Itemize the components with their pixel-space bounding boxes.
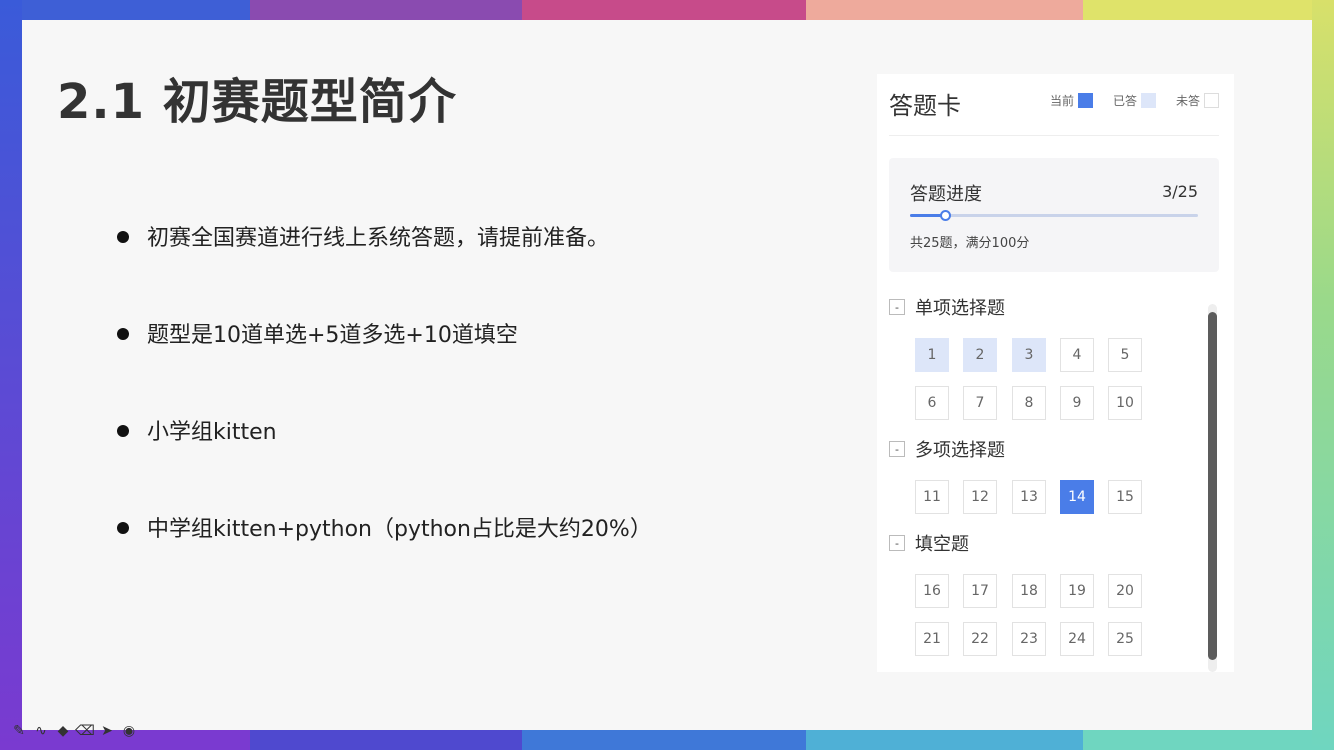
collapse-icon[interactable]: - bbox=[889, 535, 905, 551]
question-button-9[interactable]: 9 bbox=[1060, 386, 1094, 420]
eraser-icon[interactable]: ⌫ bbox=[74, 720, 96, 742]
progress-knob[interactable] bbox=[939, 210, 951, 221]
bullet-dot-icon bbox=[117, 328, 129, 340]
progress-label: 答题进度 bbox=[910, 184, 982, 205]
bullet-text: 初赛全国赛道进行线上系统答题，请提前准备。 bbox=[147, 226, 610, 251]
slide-title: 2.1 初赛题型简介 bbox=[57, 74, 457, 130]
frame-right bbox=[1312, 0, 1334, 750]
legend-unanswered-label: 未答 bbox=[1175, 94, 1200, 108]
slide: 2.1 初赛题型简介 初赛全国赛道进行线上系统答题，请提前准备。 题型是10道单… bbox=[22, 20, 1312, 730]
answer-card-title: 答题卡 bbox=[889, 92, 961, 120]
frame-top bbox=[0, 0, 1334, 22]
section-single-choice[interactable]: - 单项选择题 bbox=[889, 294, 1005, 320]
legend-answered-swatch bbox=[1140, 93, 1156, 108]
question-button-25[interactable]: 25 bbox=[1108, 622, 1142, 656]
question-button-5[interactable]: 5 bbox=[1108, 338, 1142, 372]
section-title: 填空题 bbox=[915, 534, 969, 555]
legend-unanswered: 未答 bbox=[1176, 92, 1219, 109]
question-button-12[interactable]: 12 bbox=[963, 480, 997, 514]
collapse-icon[interactable]: - bbox=[889, 441, 905, 457]
progress-note: 共25题，满分100分 bbox=[910, 236, 1030, 251]
marker-icon[interactable]: ◆ bbox=[52, 720, 74, 742]
legend-current-label: 当前 bbox=[1049, 94, 1074, 108]
annotation-toolbar: ✎ ∿ ◆ ⌫ ➤ ◉ bbox=[8, 720, 140, 742]
question-button-8[interactable]: 8 bbox=[1012, 386, 1046, 420]
question-button-24[interactable]: 24 bbox=[1060, 622, 1094, 656]
legend-current: 当前 bbox=[1050, 92, 1093, 109]
bullet-dot-icon bbox=[117, 231, 129, 243]
question-button-15[interactable]: 15 bbox=[1108, 480, 1142, 514]
question-button-7[interactable]: 7 bbox=[963, 386, 997, 420]
bullet-text: 题型是10道单选+5道多选+10道填空 bbox=[147, 323, 518, 348]
section-fill-blank[interactable]: - 填空题 bbox=[889, 530, 969, 556]
scrollbar-thumb[interactable] bbox=[1208, 312, 1217, 660]
question-button-10[interactable]: 10 bbox=[1108, 386, 1142, 420]
question-button-21[interactable]: 21 bbox=[915, 622, 949, 656]
collapse-icon[interactable]: - bbox=[889, 299, 905, 315]
question-button-3[interactable]: 3 bbox=[1012, 338, 1046, 372]
question-button-14[interactable]: 14 bbox=[1060, 480, 1094, 514]
answer-card: 答题卡 当前 已答 未答 答题进度 3/25 共25题，满分100分 - 单项选… bbox=[877, 74, 1234, 672]
bullet-dot-icon bbox=[117, 425, 129, 437]
question-button-22[interactable]: 22 bbox=[963, 622, 997, 656]
question-button-13[interactable]: 13 bbox=[1012, 480, 1046, 514]
legend-current-swatch bbox=[1077, 93, 1093, 108]
pen-icon[interactable]: ✎ bbox=[8, 720, 30, 742]
bullet-item: 初赛全国赛道进行线上系统答题，请提前准备。 bbox=[117, 220, 609, 252]
question-button-18[interactable]: 18 bbox=[1012, 574, 1046, 608]
progress-panel: 答题进度 3/25 共25题，满分100分 bbox=[889, 158, 1219, 272]
question-button-2[interactable]: 2 bbox=[963, 338, 997, 372]
legend-answered-label: 已答 bbox=[1112, 94, 1137, 108]
question-button-1[interactable]: 1 bbox=[915, 338, 949, 372]
question-button-19[interactable]: 19 bbox=[1060, 574, 1094, 608]
section-multiple-choice[interactable]: - 多项选择题 bbox=[889, 436, 1005, 462]
legend-answered: 已答 bbox=[1113, 92, 1156, 109]
question-button-23[interactable]: 23 bbox=[1012, 622, 1046, 656]
pointer-icon[interactable]: ➤ bbox=[96, 720, 118, 742]
answer-card-header: 答题卡 当前 已答 未答 bbox=[889, 86, 1219, 136]
question-button-4[interactable]: 4 bbox=[1060, 338, 1094, 372]
bullet-text: 中学组kitten+python（python占比是大约20%） bbox=[147, 517, 652, 542]
legend-unanswered-swatch bbox=[1204, 93, 1219, 108]
question-button-17[interactable]: 17 bbox=[963, 574, 997, 608]
question-button-20[interactable]: 20 bbox=[1108, 574, 1142, 608]
bullet-dot-icon bbox=[117, 522, 129, 534]
section-title: 多项选择题 bbox=[915, 440, 1005, 461]
progress-track bbox=[910, 210, 1198, 221]
bullet-item: 题型是10道单选+5道多选+10道填空 bbox=[117, 317, 518, 349]
bullet-item: 小学组kitten bbox=[117, 414, 277, 446]
section-title: 单项选择题 bbox=[915, 298, 1005, 319]
question-button-6[interactable]: 6 bbox=[915, 386, 949, 420]
bullet-item: 中学组kitten+python（python占比是大约20%） bbox=[117, 511, 652, 543]
legend: 当前 已答 未答 bbox=[1030, 92, 1219, 109]
question-button-16[interactable]: 16 bbox=[915, 574, 949, 608]
question-button-11[interactable]: 11 bbox=[915, 480, 949, 514]
curve-icon[interactable]: ∿ bbox=[30, 720, 52, 742]
progress-count: 3/25 bbox=[1162, 182, 1198, 201]
record-icon[interactable]: ◉ bbox=[118, 720, 140, 742]
bullet-text: 小学组kitten bbox=[147, 420, 277, 445]
frame-bottom bbox=[0, 728, 1334, 750]
frame-left bbox=[0, 0, 22, 750]
